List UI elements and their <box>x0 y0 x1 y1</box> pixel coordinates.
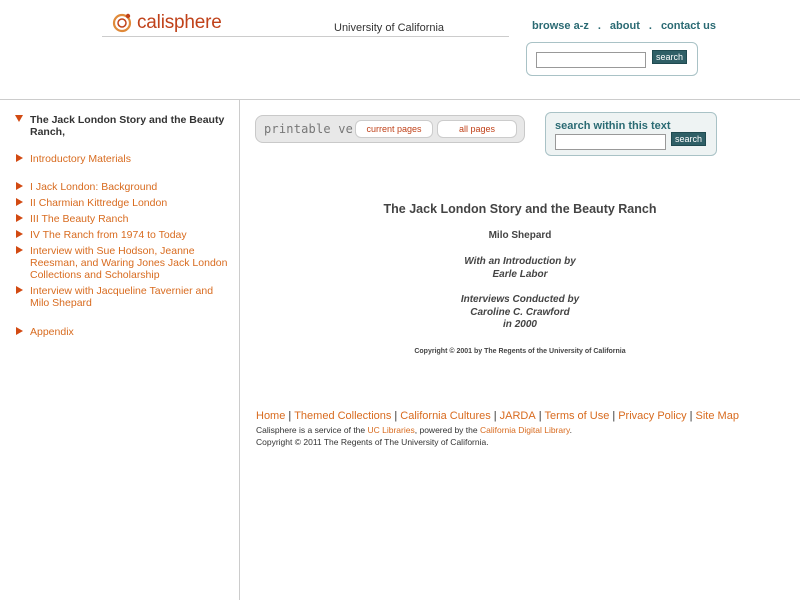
search-within-button[interactable]: search <box>671 132 707 146</box>
toc-link[interactable]: II Charmian Kittredge London <box>30 197 167 209</box>
site-search-button[interactable]: search <box>652 50 688 64</box>
printable-version-bar: printable version current pages all page… <box>255 115 525 143</box>
site-search-box: search <box>526 42 698 76</box>
footer-link-themed-collections[interactable]: Themed Collections <box>294 410 391 422</box>
interview-credit: Interviews Conducted by Caroline C. Craw… <box>260 294 780 332</box>
footer-nav: Home | Themed Collections | California Cultu… <box>256 410 739 422</box>
footer-link-site-map[interactable]: Site Map <box>696 410 739 422</box>
toc-item-chapter-4[interactable]: IV The Ranch from 1974 to Today <box>14 229 234 241</box>
toc-item-chapter-1[interactable]: I Jack London: Background <box>14 181 234 193</box>
toc-link[interactable]: I Jack London: Background <box>30 181 157 193</box>
search-within-input[interactable] <box>555 134 666 150</box>
service-suffix: . <box>569 425 572 435</box>
logo-wordmark: calisphere <box>137 12 222 33</box>
uc-libraries-link[interactable]: UC Libraries <box>368 425 415 435</box>
collapsed-triangle-icon <box>16 198 23 206</box>
interview-year: in 2000 <box>503 319 537 330</box>
service-mid: , powered by the <box>414 425 480 435</box>
footer-separator: | <box>538 410 542 422</box>
collapsed-triangle-icon <box>16 182 23 190</box>
uc-label: University of California <box>334 22 445 34</box>
intro-line: With an Introduction by <box>464 256 576 267</box>
top-nav: browse a-z . about . contact us <box>532 20 716 32</box>
toc-item-interview-1[interactable]: Interview with Sue Hodson, Jeanne Reesma… <box>14 245 234 281</box>
collapsed-triangle-icon <box>16 214 23 222</box>
footer-separator: | <box>612 410 616 422</box>
calisphere-logo[interactable]: calisphere <box>110 10 222 36</box>
footer-link-privacy-policy[interactable]: Privacy Policy <box>618 410 686 422</box>
toc-item-introductory[interactable]: Introductory Materials <box>14 153 234 165</box>
current-pages-button[interactable]: current pages <box>355 120 433 138</box>
toc-item-chapter-2[interactable]: II Charmian Kittredge London <box>14 197 234 209</box>
toc-link[interactable]: Introductory Materials <box>30 153 131 165</box>
footer-separator: | <box>689 410 693 422</box>
collapsed-triangle-icon <box>16 246 23 254</box>
footer-separator: | <box>493 410 497 422</box>
footer-link-california-cultures[interactable]: California Cultures <box>400 410 490 422</box>
header-divider <box>102 36 509 37</box>
header-separator <box>0 99 800 100</box>
page-title: The Jack London Story and the Beauty Ran… <box>383 202 657 216</box>
introduction-credit: With an Introduction by Earle Labor <box>260 256 780 281</box>
calisphere-logo-icon <box>112 13 132 33</box>
toc-title: The Jack London Story and the Beauty Ran… <box>30 114 225 138</box>
collapsed-triangle-icon <box>16 327 23 335</box>
nav-separator: . <box>648 20 652 32</box>
footer-link-terms-of-use[interactable]: Terms of Use <box>545 410 610 422</box>
intro-author: Earle Labor <box>492 268 548 280</box>
service-prefix: Calisphere is a service of the <box>256 425 368 435</box>
table-of-contents: The Jack London Story and the Beauty Ran… <box>14 114 234 338</box>
search-within-label: search within this text <box>555 120 671 132</box>
expanded-triangle-icon <box>15 115 23 122</box>
toc-link[interactable]: Interview with Jacqueline Tavernier and … <box>30 285 213 309</box>
toc-item-chapter-3[interactable]: III The Beauty Ranch <box>14 213 234 225</box>
collapsed-triangle-icon <box>16 230 23 238</box>
all-pages-button[interactable]: all pages <box>437 120 517 138</box>
toc-item-appendix[interactable]: Appendix <box>14 326 234 338</box>
footer-separator: | <box>394 410 398 422</box>
footer-link-home[interactable]: Home <box>256 410 285 422</box>
toc-link[interactable]: III The Beauty Ranch <box>30 213 128 225</box>
sidebar-separator <box>239 100 240 600</box>
toc-link[interactable]: Appendix <box>30 326 74 338</box>
footer-service-line: Calisphere is a service of the UC Librar… <box>256 425 572 435</box>
footer-copyright: Copyright © 2011 The Regents of The Univ… <box>256 437 489 447</box>
nav-separator: . <box>597 20 601 32</box>
footer-link-jarda[interactable]: JARDA <box>500 410 536 422</box>
search-within-box: search within this text search <box>545 112 717 156</box>
collapsed-triangle-icon <box>16 154 23 162</box>
toc-link[interactable]: IV The Ranch from 1974 to Today <box>30 229 187 241</box>
cdl-link[interactable]: California Digital Library <box>480 425 570 435</box>
toc-item-interview-2[interactable]: Interview with Jacqueline Tavernier and … <box>14 285 234 309</box>
site-search-input[interactable] <box>536 52 646 68</box>
interview-line: Interviews Conducted by <box>460 294 580 305</box>
footer-separator: | <box>288 410 292 422</box>
nav-browse-az[interactable]: browse a-z <box>532 20 589 32</box>
interviewer-name: Caroline C. Crawford <box>470 306 570 318</box>
collapsed-triangle-icon <box>16 286 23 294</box>
nav-contact-us[interactable]: contact us <box>661 20 716 32</box>
work-copyright: Copyright © 2001 by The Regents of the U… <box>414 348 626 355</box>
author-name: Milo Shepard <box>488 230 552 241</box>
toc-link[interactable]: Interview with Sue Hodson, Jeanne Reesma… <box>30 245 227 281</box>
toc-title-item[interactable]: The Jack London Story and the Beauty Ran… <box>14 114 234 138</box>
nav-about[interactable]: about <box>610 20 640 32</box>
